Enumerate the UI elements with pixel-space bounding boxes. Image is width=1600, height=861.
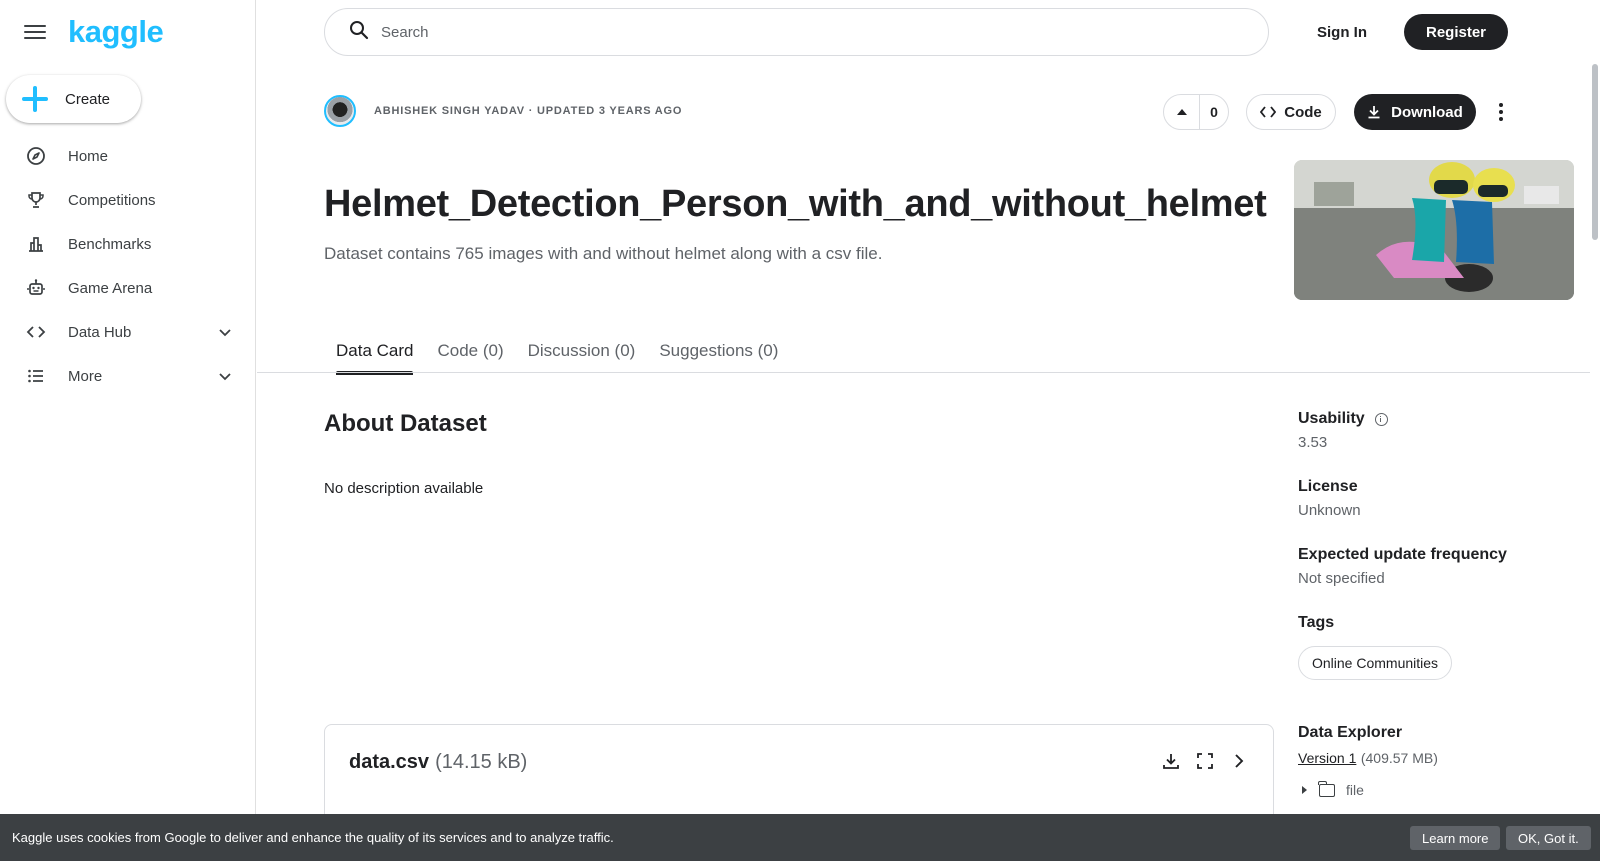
frequency-value: Not specified: [1298, 570, 1385, 587]
vote-count: 0: [1210, 104, 1218, 120]
file-actions: [1161, 751, 1249, 771]
version-link[interactable]: Version 1: [1298, 750, 1356, 766]
upvote-button[interactable]: [1164, 95, 1200, 129]
usability-section: Usability 3.53: [1298, 410, 1388, 451]
scrollbar-thumb[interactable]: [1592, 64, 1598, 240]
search-icon: [349, 20, 369, 45]
compass-icon: [26, 146, 46, 166]
sidebar-item-label: Game Arena: [68, 279, 153, 297]
code-button[interactable]: Code: [1246, 94, 1336, 130]
code-icon: [26, 322, 46, 342]
trophy-icon: [26, 190, 46, 210]
tabs-divider: [257, 372, 1590, 373]
chevron-down-icon[interactable]: [217, 324, 233, 340]
sidebar-item-label: Competitions: [68, 191, 156, 209]
learn-more-button[interactable]: Learn more: [1410, 826, 1501, 850]
list-icon: [26, 366, 46, 386]
ok-got-it-button[interactable]: OK, Got it.: [1506, 826, 1591, 850]
download-button[interactable]: Download: [1354, 94, 1476, 130]
dataset-tabs: Data Card Code (0) Discussion (0) Sugges…: [324, 330, 790, 375]
data-explorer-label: Data Explorer: [1298, 724, 1403, 741]
about-heading: About Dataset: [324, 410, 487, 437]
sidebar-item-more[interactable]: More: [0, 354, 255, 398]
cookie-text: Kaggle uses cookies from Google to deliv…: [12, 830, 614, 845]
tags-label: Tags: [1298, 614, 1335, 631]
kaggle-logo[interactable]: kaggle: [68, 14, 164, 50]
code-icon: [1260, 106, 1277, 118]
sidebar-item-label: Home: [68, 147, 109, 165]
more-options-icon[interactable]: [1489, 98, 1513, 126]
plus-icon: [22, 86, 48, 112]
author-updated-line: ABHISHEK SINGH YADAV · UPDATED 3 YEARS A…: [374, 105, 683, 117]
file-name: data.csv: [349, 751, 430, 773]
frequency-label: Expected update frequency: [1298, 546, 1507, 563]
sidebar-item-home[interactable]: Home: [0, 134, 255, 178]
license-label: License: [1298, 478, 1358, 495]
author-row: ABHISHEK SINGH YADAV · UPDATED 3 YEARS A…: [324, 95, 682, 127]
tab-code[interactable]: Code (0): [425, 330, 515, 372]
page-title: Helmet_Detection_Person_with_and_without…: [324, 183, 1267, 225]
license-value: Unknown: [1298, 502, 1361, 519]
brand-bar: kaggle: [24, 14, 164, 50]
sidebar-item-data-hub[interactable]: Data Hub: [0, 310, 255, 354]
folder-icon: [1318, 780, 1335, 797]
sidebar-nav: Home Competitions Benchmarks Game Arena …: [0, 134, 255, 398]
avatar[interactable]: [324, 95, 356, 127]
tab-discussion[interactable]: Discussion (0): [516, 330, 648, 372]
sidebar-item-label: Benchmarks: [68, 235, 152, 253]
sidebar-item-game-arena[interactable]: Game Arena: [0, 266, 255, 310]
tree-item-label: file: [1346, 782, 1364, 798]
download-icon: [1368, 106, 1380, 119]
about-description: No description available: [324, 480, 484, 497]
tags-section: Tags Online Communities: [1298, 614, 1453, 680]
code-label: Code: [1284, 103, 1322, 121]
robot-icon: [26, 278, 46, 298]
download-label: Download: [1391, 103, 1463, 121]
page-subtitle: Dataset contains 765 images with and wit…: [324, 244, 883, 263]
usability-value: 3.53: [1298, 434, 1328, 451]
search-input[interactable]: [381, 23, 1181, 41]
license-section: License Unknown: [1298, 478, 1361, 519]
tab-data-card[interactable]: Data Card: [324, 330, 425, 375]
create-label: Create: [65, 90, 111, 108]
sign-in-button[interactable]: Sign In: [1303, 14, 1381, 50]
dataset-thumbnail: [1294, 160, 1574, 300]
menu-icon[interactable]: [24, 23, 46, 41]
sidebar-item-benchmarks[interactable]: Benchmarks: [0, 222, 255, 266]
register-button[interactable]: Register: [1404, 14, 1508, 50]
bar-chart-icon: [26, 234, 46, 254]
download-icon[interactable]: [1161, 751, 1181, 771]
create-button[interactable]: Create: [6, 75, 141, 123]
vote-widget: 0: [1163, 94, 1229, 130]
chevron-right-icon[interactable]: [1229, 751, 1249, 771]
data-explorer-section: Data Explorer Version 1 (409.57 MB) file: [1298, 724, 1438, 798]
caret-right-icon[interactable]: [1302, 786, 1307, 794]
version-size: (409.57 MB): [1360, 750, 1438, 766]
search-bar[interactable]: [324, 8, 1269, 56]
tag-chip[interactable]: Online Communities: [1298, 646, 1453, 680]
sidebar-item-label: More: [68, 367, 103, 385]
tree-item-file[interactable]: file: [1302, 780, 1438, 798]
sidebar: kaggle Create Home Competitions Benchmar…: [0, 0, 256, 861]
scrollbar[interactable]: [1590, 0, 1600, 861]
info-icon[interactable]: [1374, 412, 1388, 426]
chevron-down-icon[interactable]: [217, 368, 233, 384]
caret-up-icon: [1176, 109, 1187, 115]
usability-label: Usability: [1298, 410, 1365, 427]
file-size: (14.15 kB): [435, 751, 528, 773]
tab-suggestions[interactable]: Suggestions (0): [647, 330, 790, 372]
frequency-section: Expected update frequency Not specified: [1298, 546, 1507, 587]
sidebar-item-label: Data Hub: [68, 323, 132, 341]
fullscreen-icon[interactable]: [1195, 751, 1215, 771]
cookie-banner: Kaggle uses cookies from Google to deliv…: [0, 814, 1600, 861]
sidebar-item-competitions[interactable]: Competitions: [0, 178, 255, 222]
